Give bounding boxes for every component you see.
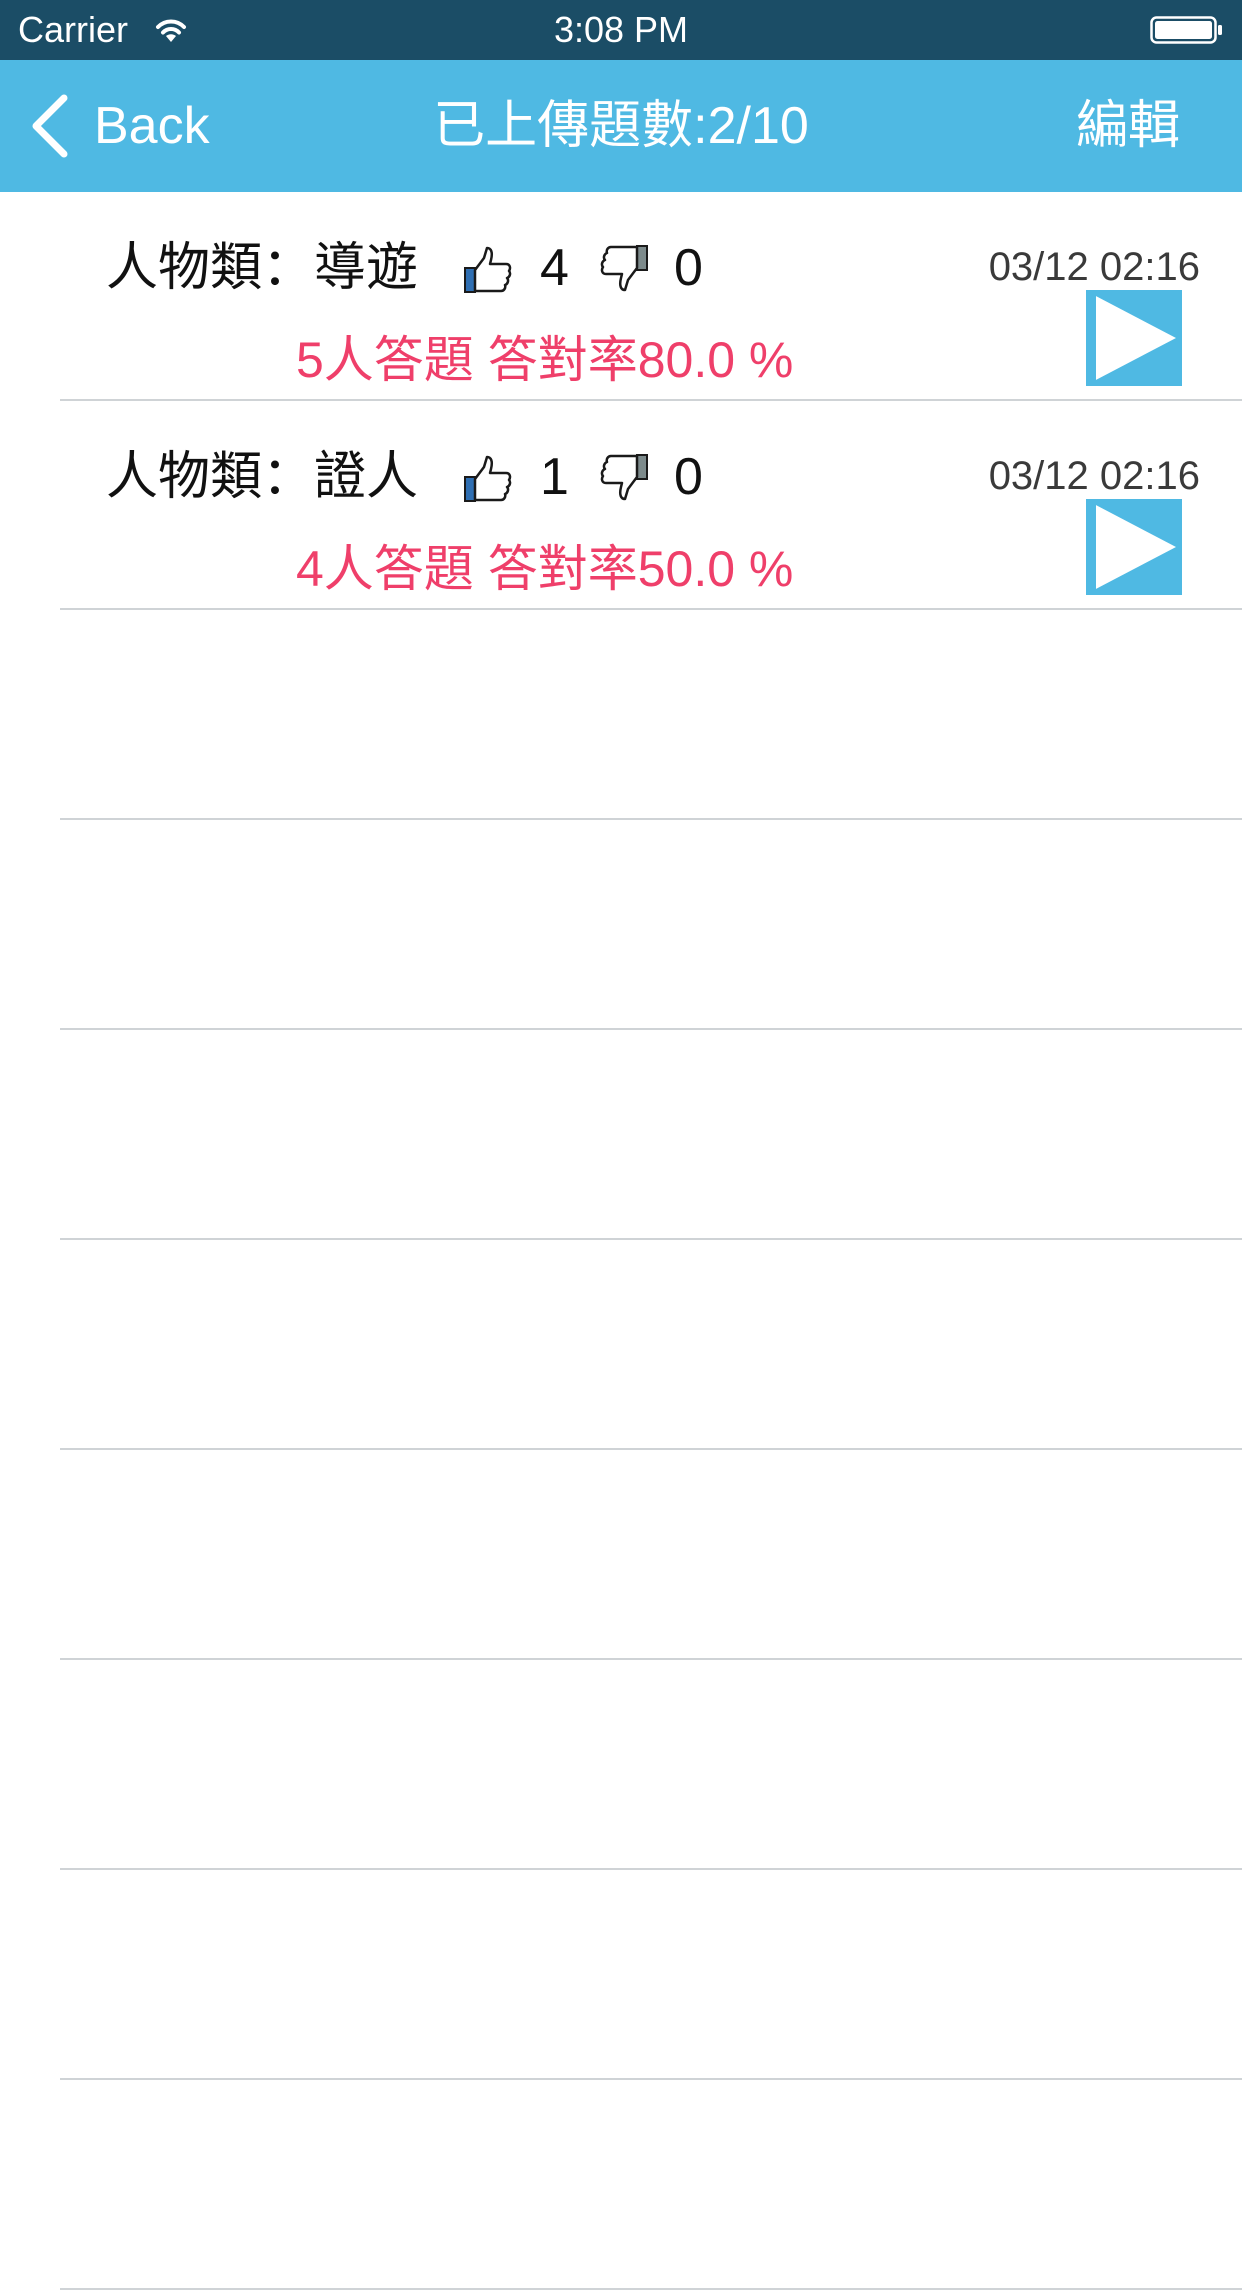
empty-list-row: [60, 2080, 1242, 2290]
empty-list-row: [60, 610, 1242, 820]
question-title: 人物類：證人: [106, 448, 419, 506]
back-label: Back: [94, 97, 210, 155]
upload-time: 03/12 02:16: [988, 454, 1200, 498]
like-count: 4: [540, 239, 569, 297]
question-title: 人物類：導遊: [106, 239, 419, 297]
battery-icon: [1150, 16, 1222, 44]
play-icon[interactable]: [1086, 290, 1182, 386]
thumbs-down-icon[interactable]: [598, 242, 650, 294]
navigation-bar: Back 已上傳題數:2/10 編輯: [0, 60, 1242, 192]
like-count: 1: [540, 448, 569, 506]
thumbs-up-icon[interactable]: [462, 453, 514, 505]
dislike-count: 0: [674, 448, 703, 506]
edit-button[interactable]: 編輯: [1076, 96, 1180, 156]
thumbs-down-icon[interactable]: [598, 451, 650, 503]
play-icon[interactable]: [1086, 499, 1182, 595]
chevron-left-icon: [32, 94, 68, 158]
empty-list-row: [60, 1870, 1242, 2080]
empty-list-row: [60, 820, 1242, 1030]
empty-list-row: [60, 1660, 1242, 1870]
thumbs-up-icon[interactable]: [462, 244, 514, 296]
list-item[interactable]: 人物類：證人 1 0 4人答題 答對率50.0 % 03/12 02:16: [60, 401, 1242, 610]
back-button[interactable]: Back: [30, 90, 210, 162]
upload-time: 03/12 02:16: [988, 245, 1200, 289]
list-item[interactable]: 人物類：導遊 4 0 5人答題 答對率80.0 % 03/12 02:16: [60, 192, 1242, 401]
status-time: 3:08 PM: [553, 9, 689, 50]
empty-list-row: [60, 1450, 1242, 1660]
answer-stats: 4人答題 答對率50.0 %: [296, 541, 794, 597]
empty-list-row: [60, 1030, 1242, 1240]
dislike-count: 0: [674, 239, 703, 297]
empty-list-row: [60, 1240, 1242, 1450]
status-bar: Carrier 3:08 PM: [0, 0, 1242, 60]
answer-stats: 5人答題 答對率80.0 %: [296, 332, 794, 388]
question-list: 人物類：導遊 4 0 5人答題 答對率80.0 % 03/12 02:16 人物…: [0, 192, 1242, 2290]
